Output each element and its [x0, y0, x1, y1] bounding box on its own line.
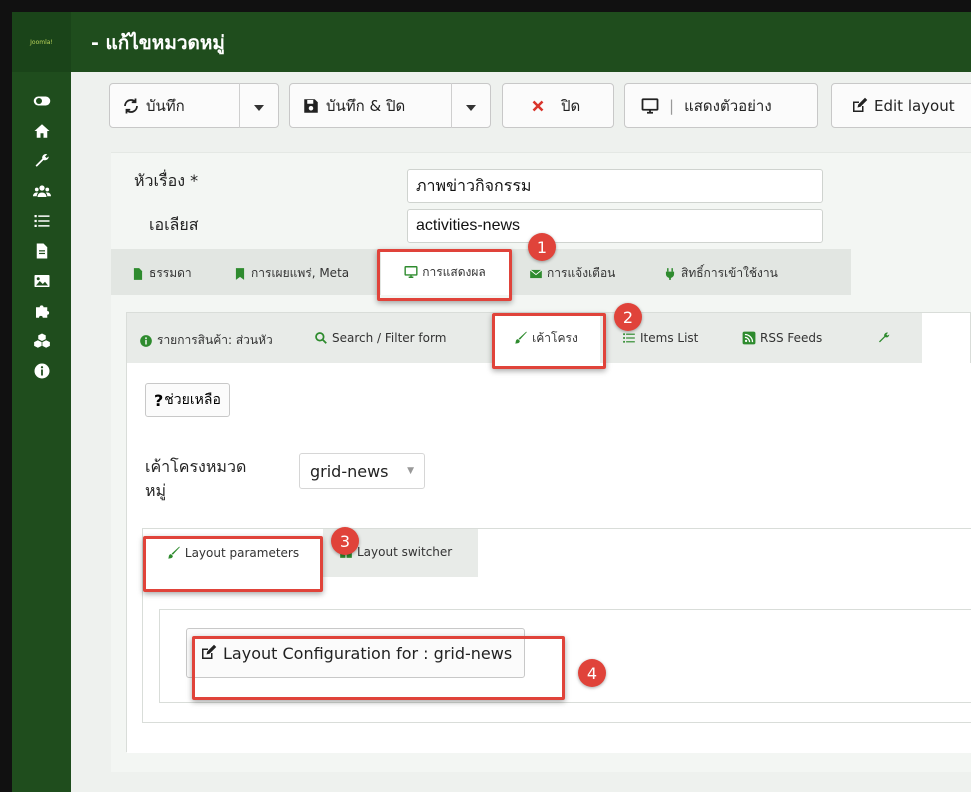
puzzle-icon[interactable] — [12, 296, 71, 326]
wrench-icon[interactable] — [12, 146, 71, 176]
monitor-icon — [641, 97, 659, 115]
info-icon — [139, 334, 153, 348]
close-button[interactable]: ปิด — [502, 83, 614, 128]
tab-search-filter[interactable]: Search / Filter form — [314, 331, 446, 345]
save-close-button[interactable]: บันทึก & ปิด — [290, 94, 451, 118]
save-close-button-group: บันทึก & ปิด — [289, 83, 491, 128]
annotation-badge-2: 2 — [614, 303, 642, 331]
save-button[interactable]: บันทึก — [110, 94, 239, 118]
edit-layout-button[interactable]: Edit layout — [831, 83, 971, 128]
rss-icon — [742, 331, 756, 345]
tab-general[interactable]: ธรรมดา — [131, 264, 192, 283]
tab-item-header[interactable]: รายการสินค้า: ส่วนหัว — [139, 331, 273, 350]
title-field[interactable] — [407, 169, 823, 203]
save-close-dropdown-toggle[interactable] — [452, 97, 490, 115]
save-button-group: บันทึก — [109, 83, 279, 128]
chevron-down-icon: ▼ — [407, 466, 414, 476]
annotation-badge-4: 4 — [578, 659, 606, 687]
app-logo[interactable]: Joomla! — [12, 12, 71, 72]
plug-icon — [663, 267, 677, 281]
save-dropdown-toggle[interactable] — [240, 97, 278, 115]
category-layout-select[interactable]: grid-news ▼ — [299, 453, 425, 489]
file-icon — [131, 267, 145, 281]
highlight-layout-tab — [492, 313, 606, 369]
wrench-icon — [877, 331, 891, 345]
file-icon[interactable] — [12, 236, 71, 266]
toolbar: บันทึก บันทึก & ปิด ปิด | แสดงตัวอย่าง E… — [71, 72, 971, 142]
tab-permissions[interactable]: สิทธิ์การเข้าใช้งาน — [663, 264, 778, 283]
tab-notifications[interactable]: การแจ้งเตือน — [529, 264, 615, 283]
annotation-badge-3: 3 — [331, 527, 359, 555]
tab-advanced[interactable] — [877, 331, 891, 345]
search-icon — [314, 331, 328, 345]
caret-down-icon — [466, 97, 477, 115]
highlight-layout-configuration — [192, 636, 565, 700]
home-icon[interactable] — [12, 116, 71, 146]
preview-button[interactable]: | แสดงตัวอย่าง — [624, 83, 818, 128]
refresh-icon — [122, 97, 140, 115]
cubes-icon[interactable] — [12, 326, 71, 356]
category-layout-label: เค้าโครงหมวดหมู่ — [145, 457, 247, 500]
edit-icon — [850, 97, 868, 115]
tab-rss-feeds[interactable]: RSS Feeds — [742, 331, 822, 345]
annotation-badge-1: 1 — [528, 233, 556, 261]
close-icon — [529, 97, 547, 115]
floppy-icon — [302, 97, 320, 115]
help-button[interactable]: ? ช่วยเหลือ — [145, 383, 230, 417]
envelope-icon — [529, 267, 543, 281]
page-title: - แก้ไขหมวดหมู่ — [91, 32, 225, 54]
toggle-icon[interactable] — [12, 86, 71, 116]
question-icon: ? — [154, 390, 164, 410]
info-icon[interactable] — [12, 356, 71, 386]
caret-down-icon — [254, 97, 265, 115]
users-icon[interactable] — [12, 176, 71, 206]
title-label: หัวเรื่อง * — [134, 171, 199, 190]
alias-label: เอเลียส — [149, 215, 199, 234]
list-icon[interactable] — [12, 206, 71, 236]
highlight-layout-parameters-tab — [143, 536, 323, 592]
alias-field[interactable] — [407, 209, 823, 243]
header-bar: - แก้ไขหมวดหมู่ — [71, 12, 971, 72]
sidebar: Joomla! — [12, 12, 71, 792]
list-icon — [622, 331, 636, 345]
highlight-display-tab — [377, 249, 512, 301]
tab-publishing[interactable]: การเผยแพร่, Meta — [233, 264, 349, 283]
image-icon[interactable] — [12, 266, 71, 296]
bookmark-icon — [233, 267, 247, 281]
tab-items-list[interactable]: Items List — [622, 331, 698, 345]
